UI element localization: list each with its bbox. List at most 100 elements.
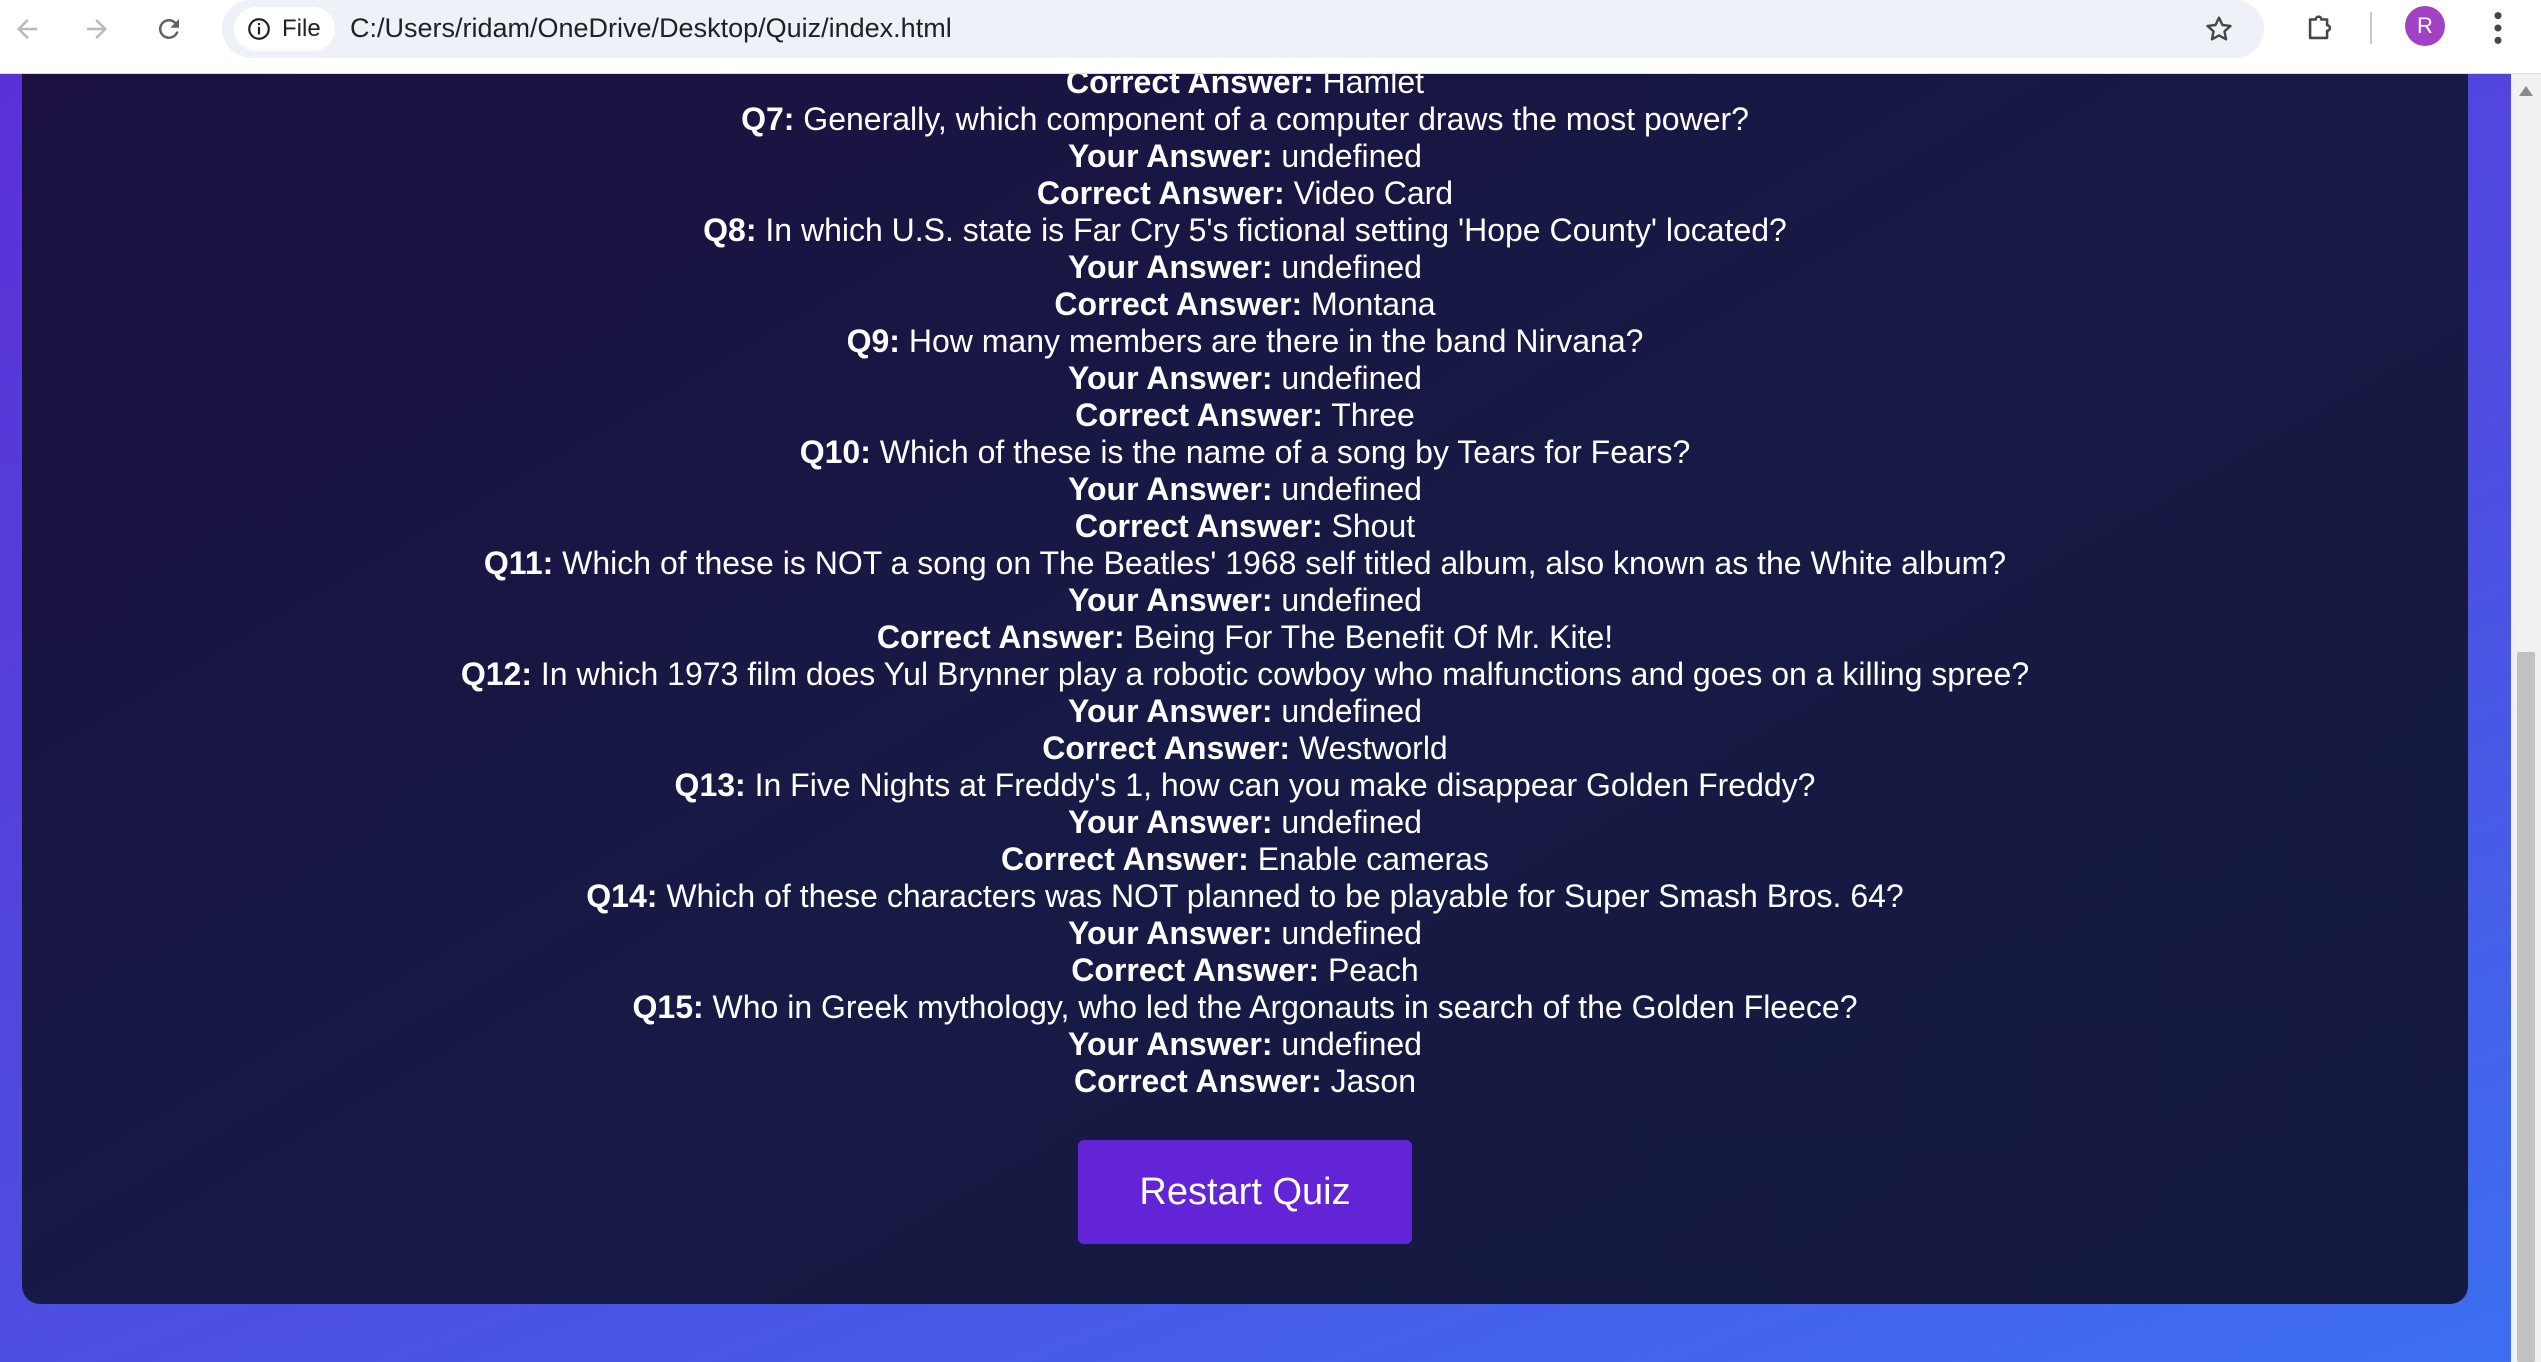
profile-avatar[interactable]: R [2405, 6, 2445, 46]
correct-answer-line: Correct Answer: Peach [22, 952, 2468, 989]
results-list: Correct Answer: Hamlet Q7: Generally, wh… [22, 64, 2468, 1100]
correct-answer-line: Correct Answer: Video Card [22, 175, 2468, 212]
your-answer-value: undefined [1281, 582, 1422, 618]
your-answer-value: undefined [1281, 804, 1422, 840]
your-answer-value: undefined [1281, 138, 1422, 174]
question-number: Q11: [483, 545, 554, 581]
your-answer-label: Your Answer: [1068, 1026, 1273, 1062]
correct-answer-line: Correct Answer: Three [22, 397, 2468, 434]
toolbar-divider [2370, 12, 2372, 44]
correct-answer-line: Correct Answer: Being For The Benefit Of… [22, 619, 2468, 656]
reload-icon [158, 18, 179, 39]
your-answer-label: Your Answer: [1068, 471, 1273, 507]
correct-answer-value: Montana [1311, 286, 1436, 322]
browser-toolbar: File C:/Users/ridam/OneDrive/Desktop/Qui… [0, 0, 2541, 74]
your-answer-label: Your Answer: [1068, 804, 1273, 840]
your-answer-label: Your Answer: [1068, 582, 1273, 618]
correct-answer-line: Correct Answer: Jason [22, 1063, 2468, 1100]
correct-answer-value: Video Card [1293, 175, 1454, 211]
your-answer-label: Your Answer: [1068, 915, 1273, 951]
question-number: Q15: [632, 989, 704, 1025]
question-text: Which of these is NOT a song on The Beat… [562, 545, 2007, 581]
your-answer-value: undefined [1281, 1026, 1422, 1062]
restart-quiz-button[interactable]: Restart Quiz [1078, 1140, 1412, 1244]
question-line: Q10: Which of these is the name of a son… [22, 434, 2468, 471]
question-number: Q7: [741, 101, 795, 137]
correct-answer-value: Enable cameras [1257, 841, 1489, 877]
question-number: Q12: [460, 656, 532, 692]
question-number: Q9: [846, 323, 900, 359]
question-number: Q10: [799, 434, 871, 470]
forward-button[interactable] [74, 6, 120, 52]
your-answer-line: Your Answer: undefined [22, 249, 2468, 286]
page-scrollbar[interactable] [2511, 74, 2541, 1362]
your-answer-line: Your Answer: undefined [22, 582, 2468, 619]
correct-answer-label: Correct Answer: [1071, 952, 1320, 988]
correct-answer-line: Correct Answer: Westworld [22, 730, 2468, 767]
correct-answer-value: Being For The Benefit Of Mr. Kite! [1133, 619, 1614, 655]
your-answer-label: Your Answer: [1068, 138, 1273, 174]
bookmark-button[interactable] [2196, 6, 2242, 52]
your-answer-line: Your Answer: undefined [22, 471, 2468, 508]
scroll-up-arrow[interactable] [2519, 86, 2533, 96]
your-answer-line: Your Answer: undefined [22, 804, 2468, 841]
correct-answer-label: Correct Answer: [1054, 286, 1303, 322]
question-text: Which of these characters was NOT planne… [666, 878, 1904, 914]
correct-answer-label: Correct Answer: [1075, 397, 1323, 433]
extensions-button[interactable] [2296, 4, 2344, 52]
your-answer-line: Your Answer: undefined [22, 138, 2468, 175]
correct-answer-value: Jason [1330, 1063, 1417, 1099]
question-line: Q9: How many members are there in the ba… [22, 323, 2468, 360]
info-icon [248, 18, 270, 40]
your-answer-value: undefined [1281, 471, 1422, 507]
question-line: Q14: Which of these characters was NOT p… [22, 878, 2468, 915]
question-line: Q11: Which of these is NOT a song on The… [22, 545, 2468, 582]
url-text[interactable]: C:/Users/ridam/OneDrive/Desktop/Quiz/ind… [350, 13, 952, 44]
your-answer-label: Your Answer: [1068, 693, 1273, 729]
question-number: Q13: [674, 767, 746, 803]
your-answer-line: Your Answer: undefined [22, 1026, 2468, 1063]
more-menu-icon [2494, 12, 2502, 44]
star-icon [2206, 16, 2232, 41]
question-text: How many members are there in the band N… [908, 323, 1644, 359]
back-icon [17, 19, 37, 39]
question-text: Which of these is the name of a song by … [879, 434, 1691, 470]
correct-answer-value: Westworld [1298, 730, 1448, 766]
correct-answer-line: Correct Answer: Enable cameras [22, 841, 2468, 878]
quiz-results-card: Correct Answer: Hamlet Q7: Generally, wh… [22, 40, 2468, 1304]
correct-answer-line: Correct Answer: Montana [22, 286, 2468, 323]
question-text: In Five Nights at Freddy's 1, how can yo… [754, 767, 1816, 803]
site-info-chip[interactable]: File [234, 7, 335, 51]
question-text: In which 1973 film does Yul Brynner play… [540, 656, 2030, 692]
site-chip-label: File [282, 15, 321, 42]
your-answer-label: Your Answer: [1068, 249, 1273, 285]
question-line: Q12: In which 1973 film does Yul Brynner… [22, 656, 2468, 693]
your-answer-value: undefined [1281, 360, 1422, 396]
reload-button[interactable] [146, 6, 192, 52]
scroll-thumb[interactable] [2517, 652, 2535, 1362]
question-line: Q8: In which U.S. state is Far Cry 5's f… [22, 212, 2468, 249]
forward-icon [87, 19, 107, 39]
question-line: Q15: Who in Greek mythology, who led the… [22, 989, 2468, 1026]
correct-answer-value: Peach [1327, 952, 1419, 988]
question-number: Q8: [703, 212, 757, 248]
your-answer-line: Your Answer: undefined [22, 693, 2468, 730]
correct-answer-value: Shout [1331, 508, 1416, 544]
correct-answer-label: Correct Answer: [1074, 508, 1323, 544]
back-button[interactable] [4, 6, 50, 52]
question-text: Who in Greek mythology, who led the Argo… [712, 989, 1858, 1025]
extensions-icon [2308, 15, 2332, 40]
question-text: In which U.S. state is Far Cry 5's ficti… [765, 212, 1787, 248]
your-answer-value: undefined [1281, 915, 1422, 951]
correct-answer-line: Correct Answer: Shout [22, 508, 2468, 545]
your-answer-line: Your Answer: undefined [22, 915, 2468, 952]
correct-answer-value: Three [1331, 397, 1415, 433]
question-line: Q13: In Five Nights at Freddy's 1, how c… [22, 767, 2468, 804]
address-bar[interactable]: File C:/Users/ridam/OneDrive/Desktop/Qui… [222, 0, 2264, 58]
your-answer-label: Your Answer: [1068, 360, 1273, 396]
your-answer-line: Your Answer: undefined [22, 360, 2468, 397]
more-menu-button[interactable] [2476, 4, 2520, 52]
question-text: Generally, which component of a computer… [803, 101, 1749, 137]
correct-answer-label: Correct Answer: [1036, 175, 1285, 211]
correct-answer-label: Correct Answer: [1073, 1063, 1322, 1099]
